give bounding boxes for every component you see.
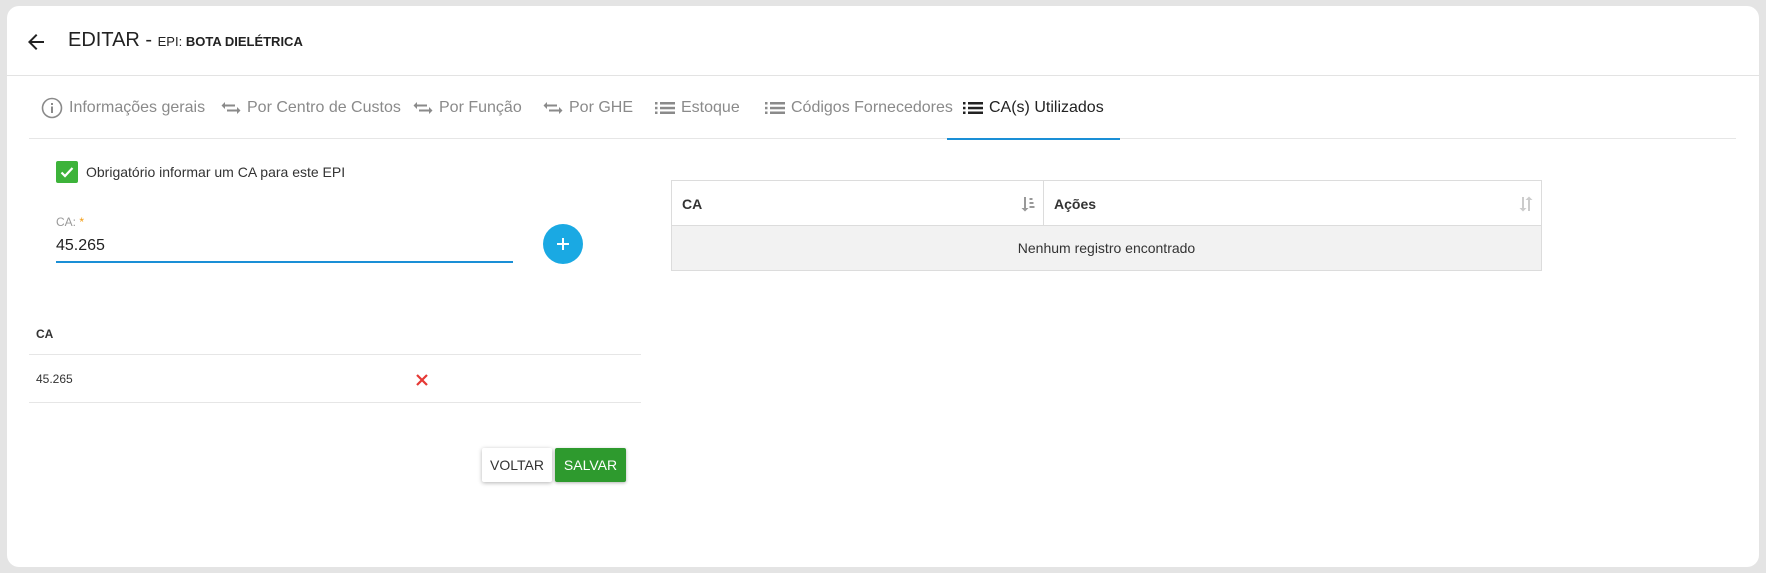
page-title: EDITAR - EPI: BOTA DIELÉTRICA xyxy=(68,29,303,52)
tab-label: Informações gerais xyxy=(69,98,206,116)
list-icon xyxy=(963,101,983,115)
list-icon xyxy=(765,101,785,115)
ca-field-label: CA: * xyxy=(56,215,84,229)
plus-icon xyxy=(557,238,569,250)
cas-table: CA Ações Nenhum registro encontrado xyxy=(671,180,1542,271)
sort-icon xyxy=(1021,197,1035,212)
column-header-acoes[interactable]: Ações xyxy=(1044,181,1541,226)
tab-cas-utilizados[interactable]: CA(s) Utilizados xyxy=(947,76,1120,140)
info-icon xyxy=(41,97,63,119)
tab-label: Por GHE xyxy=(569,98,634,116)
subtitle-prefix: EPI: xyxy=(157,34,183,49)
table-row: 45.265 xyxy=(29,356,641,403)
empty-message: Nenhum registro encontrado xyxy=(672,226,1541,270)
required-ca-checkbox[interactable] xyxy=(56,161,78,183)
back-arrow-icon[interactable] xyxy=(24,30,48,54)
tab-por-centro-de-custos[interactable]: Por Centro de Custos xyxy=(221,76,401,139)
tab-por-ghe[interactable]: Por GHE xyxy=(543,76,633,139)
subtitle-name: BOTA DIELÉTRICA xyxy=(185,34,303,49)
swap-icon xyxy=(413,100,433,116)
delete-icon[interactable] xyxy=(414,372,430,388)
list-icon xyxy=(655,101,675,115)
tab-codigos-fornecedores[interactable]: Códigos Fornecedores xyxy=(765,76,953,139)
ca-list-header: CA xyxy=(29,315,641,355)
ca-label-text: CA: xyxy=(56,215,77,229)
tab-label: Por Centro de Custos xyxy=(247,98,401,116)
title-subtitle: EPI: BOTA DIELÉTRICA xyxy=(158,34,303,49)
sort-both-icon xyxy=(1519,196,1533,212)
column-header-label: Ações xyxy=(1054,196,1097,212)
tab-label: CA(s) Utilizados xyxy=(989,98,1104,116)
tab-informacoes-gerais[interactable]: Informações gerais xyxy=(41,76,205,139)
tab-estoque[interactable]: Estoque xyxy=(655,76,740,139)
required-mark: * xyxy=(79,215,85,229)
check-icon xyxy=(60,167,74,178)
tab-label: Estoque xyxy=(681,98,740,116)
ca-column-header: CA xyxy=(36,327,54,341)
swap-icon xyxy=(543,100,563,116)
tab-label: Por Função xyxy=(439,98,522,116)
title-text: EDITAR - xyxy=(68,29,153,51)
page-header: EDITAR - EPI: BOTA DIELÉTRICA xyxy=(7,6,1759,76)
tab-bar: Informações gerais Por Centro de Custos … xyxy=(29,76,1736,140)
swap-icon xyxy=(221,100,241,116)
tab-label: Códigos Fornecedores xyxy=(791,98,953,116)
tab-por-funcao[interactable]: Por Função xyxy=(413,76,522,139)
column-header-ca[interactable]: CA xyxy=(672,181,1044,226)
add-ca-button[interactable] xyxy=(543,224,583,264)
ca-input[interactable] xyxy=(56,231,513,263)
voltar-button[interactable]: VOLTAR xyxy=(482,448,552,482)
main-card: EDITAR - EPI: BOTA DIELÉTRICA Informaçõe… xyxy=(7,6,1759,567)
ca-row-value: 45.265 xyxy=(36,372,73,386)
required-ca-checkbox-label[interactable]: Obrigatório informar um CA para este EPI xyxy=(86,164,345,180)
salvar-button[interactable]: SALVAR xyxy=(555,448,626,482)
column-header-label: CA xyxy=(682,196,703,212)
